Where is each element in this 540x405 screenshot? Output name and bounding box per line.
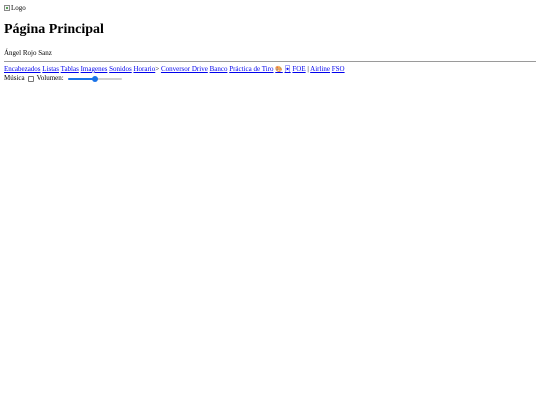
author-name: Ángel Rojo Sanz xyxy=(4,49,52,57)
volume-slider-thumb[interactable] xyxy=(91,75,98,82)
nav-bar: Encabezados Listas Tablas Imagenes Sonid… xyxy=(4,65,536,74)
music-checkbox[interactable] xyxy=(27,75,34,82)
volume-slider[interactable] xyxy=(67,75,122,82)
nav-link-horario[interactable]: Horario xyxy=(133,65,155,73)
nav-link-banco[interactable]: Banco xyxy=(210,65,228,73)
nav-link-palette-icon[interactable]: 🎨 xyxy=(275,66,282,73)
nav-link-conversor-drive[interactable]: Conversor Drive xyxy=(161,65,208,73)
nav-link-cards-icon[interactable]: 🃏 xyxy=(285,66,291,73)
music-label: Música xyxy=(4,74,25,82)
nav-link-imagenes[interactable]: Imagenes xyxy=(81,65,108,73)
volume-label: Volumen: xyxy=(36,74,64,82)
nav-link-encabezados[interactable]: Encabezados xyxy=(4,65,41,73)
nav-link-listas[interactable]: Listas xyxy=(42,65,59,73)
nav-separator-pipe: | xyxy=(307,65,309,73)
page: Logo Página Principal Ángel Rojo Sanz En… xyxy=(0,0,540,405)
nav-link-tablas[interactable]: Tablas xyxy=(61,65,79,73)
logo-alt-text: Logo xyxy=(11,3,26,12)
volume-slider-fill xyxy=(67,77,95,80)
logo: Logo xyxy=(4,3,536,13)
broken-image-icon xyxy=(4,5,10,11)
divider xyxy=(4,61,536,62)
nav-link-fso[interactable]: FSO xyxy=(332,65,345,73)
nav-link-airline[interactable]: Airline xyxy=(310,65,330,73)
audio-controls: Música Volumen: xyxy=(4,74,536,83)
nav-separator-arrow: > xyxy=(155,65,160,73)
nav-link-practica-de-tiro[interactable]: Práctica de Tiro xyxy=(229,65,273,73)
nav-link-sonidos[interactable]: Sonidos xyxy=(109,65,132,73)
page-title: Página Principal xyxy=(4,22,104,37)
nav-link-foe[interactable]: FOE xyxy=(292,65,305,73)
